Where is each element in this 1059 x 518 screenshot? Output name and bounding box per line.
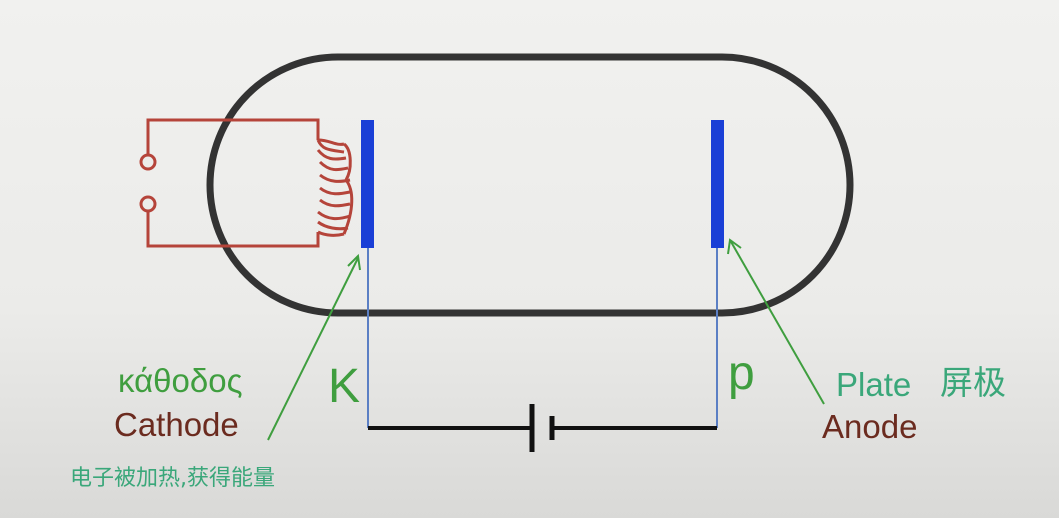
p-terminal-label: p: [728, 347, 755, 400]
plate-chinese-label: 屏极: [940, 363, 1006, 402]
cathode-chinese-label: 电子被加热,获得能量: [70, 466, 275, 491]
cathode-electrode: [361, 120, 374, 248]
cathode-greek-label: κάθοδος: [118, 362, 243, 399]
k-terminal-label: K: [328, 360, 361, 413]
heater-circuit: [139, 118, 354, 248]
plate-english-label: Plate: [836, 366, 912, 403]
heater-filament: [316, 138, 354, 237]
tube-envelope: [206, 53, 854, 317]
heater-terminal-bottom: [139, 195, 157, 213]
cathode-english-label: Cathode: [114, 406, 239, 443]
heater-terminal-top: [139, 153, 157, 171]
battery: [368, 404, 717, 452]
vacuum-tube-diagram: κάθοδος Cathode 电子被加热,获得能量 K p Plate 屏极 …: [0, 0, 1059, 518]
anode-english-label: Anode: [822, 408, 918, 445]
anode-electrode: [711, 120, 724, 248]
